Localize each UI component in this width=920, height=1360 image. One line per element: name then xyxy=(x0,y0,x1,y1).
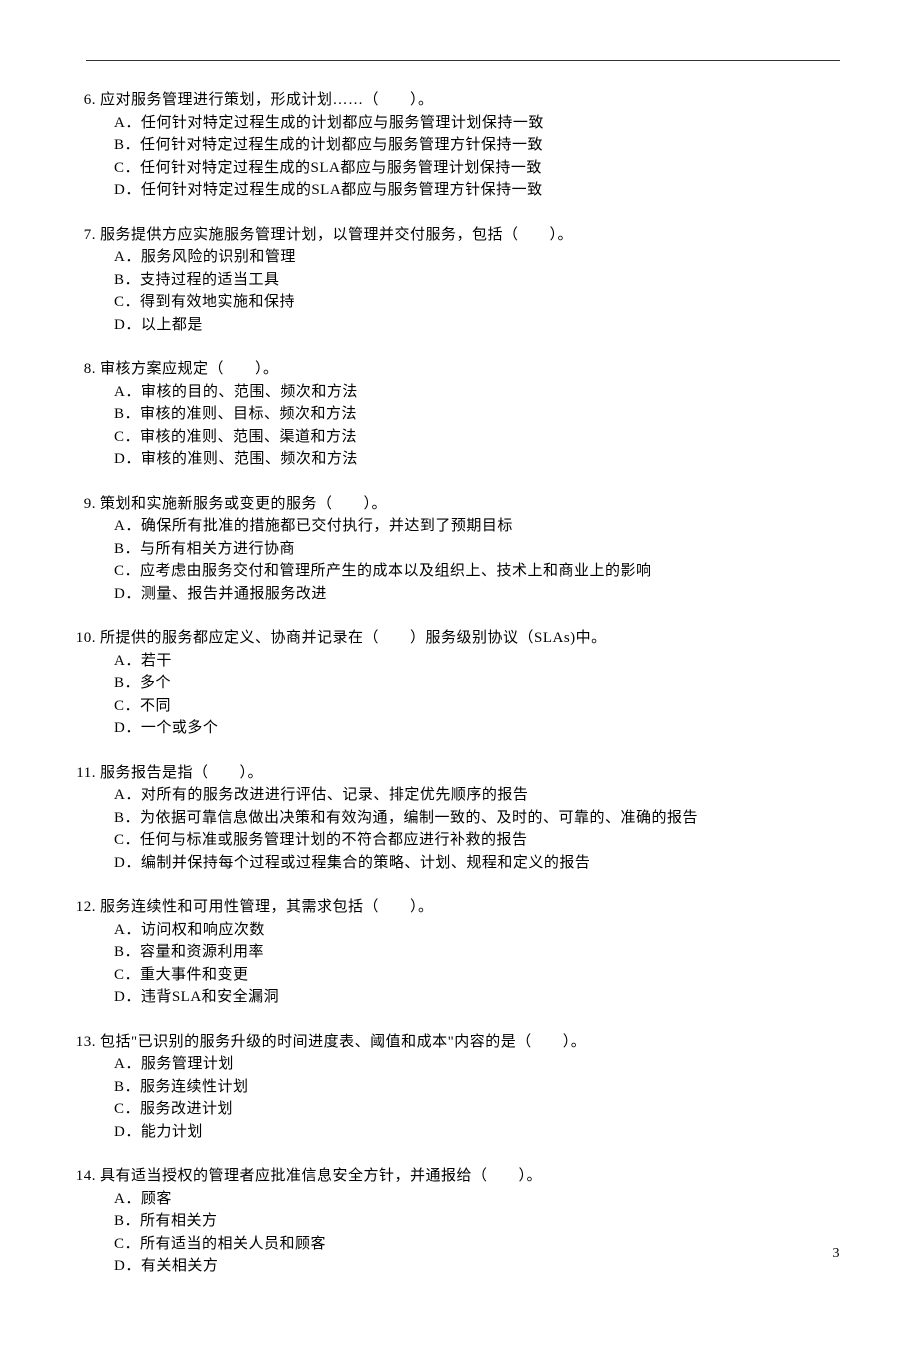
question-block: 10. 所提供的服务都应定义、协商并记录在（ ）服务级别协议（SLAs)中。 A… xyxy=(58,627,840,740)
option: C．服务改进计划 xyxy=(114,1098,840,1121)
option: C．所有适当的相关人员和顾客 xyxy=(114,1233,840,1256)
question-number: 11. xyxy=(58,762,100,785)
question-number: 10. xyxy=(58,627,100,650)
document-page: 6. 应对服务管理进行策划，形成计划……（ ）。 A．任何针对特定过程生成的计划… xyxy=(0,0,920,1360)
option: B．多个 xyxy=(114,672,840,695)
question-number: 7. xyxy=(58,224,100,247)
question-number: 14. xyxy=(58,1165,100,1188)
option: B．服务连续性计划 xyxy=(114,1076,840,1099)
question-block: 7. 服务提供方应实施服务管理计划，以管理并交付服务，包括（ ）。 A．服务风险… xyxy=(58,224,840,337)
option: A．对所有的服务改进进行评估、记录、排定优先顺序的报告 xyxy=(114,784,840,807)
option: A．任何针对特定过程生成的计划都应与服务管理计划保持一致 xyxy=(114,112,840,135)
option: A．访问权和响应次数 xyxy=(114,919,840,942)
question-text: 具有适当授权的管理者应批准信息安全方针，并通报给（ ）。 xyxy=(100,1165,840,1188)
option: A．服务管理计划 xyxy=(114,1053,840,1076)
option: D．有关相关方 xyxy=(114,1255,840,1278)
question-block: 8. 审核方案应规定（ ）。 A．审核的目的、范围、频次和方法 B．审核的准则、… xyxy=(58,358,840,471)
question-text: 包括"已识别的服务升级的时间进度表、阈值和成本"内容的是（ ）。 xyxy=(100,1031,840,1054)
option: D．任何针对特定过程生成的SLA都应与服务管理方针保持一致 xyxy=(114,179,840,202)
option: B．任何针对特定过程生成的计划都应与服务管理方针保持一致 xyxy=(114,134,840,157)
option: C．应考虑由服务交付和管理所产生的成本以及组织上、技术上和商业上的影响 xyxy=(114,560,840,583)
option: D．审核的准则、范围、频次和方法 xyxy=(114,448,840,471)
option: C．任何针对特定过程生成的SLA都应与服务管理计划保持一致 xyxy=(114,157,840,180)
question-block: 14. 具有适当授权的管理者应批准信息安全方针，并通报给（ ）。 A．顾客 B．… xyxy=(58,1165,840,1278)
question-number: 6. xyxy=(58,89,100,112)
question-text: 审核方案应规定（ ）。 xyxy=(100,358,840,381)
question-block: 13. 包括"已识别的服务升级的时间进度表、阈值和成本"内容的是（ ）。 A．服… xyxy=(58,1031,840,1144)
option: C．审核的准则、范围、渠道和方法 xyxy=(114,426,840,449)
option: B．所有相关方 xyxy=(114,1210,840,1233)
question-text: 服务提供方应实施服务管理计划，以管理并交付服务，包括（ ）。 xyxy=(100,224,840,247)
option: A．服务风险的识别和管理 xyxy=(114,246,840,269)
option: C．不同 xyxy=(114,695,840,718)
option: D．编制并保持每个过程或过程集合的策略、计划、规程和定义的报告 xyxy=(114,852,840,875)
option: A．审核的目的、范围、频次和方法 xyxy=(114,381,840,404)
header-separator xyxy=(86,60,840,61)
option: B．审核的准则、目标、频次和方法 xyxy=(114,403,840,426)
option: D．测量、报告并通报服务改进 xyxy=(114,583,840,606)
question-text: 服务连续性和可用性管理，其需求包括（ ）。 xyxy=(100,896,840,919)
question-block: 6. 应对服务管理进行策划，形成计划……（ ）。 A．任何针对特定过程生成的计划… xyxy=(58,89,840,202)
option: A．若干 xyxy=(114,650,840,673)
question-number: 8. xyxy=(58,358,100,381)
option: B．与所有相关方进行协商 xyxy=(114,538,840,561)
option: D．违背SLA和安全漏洞 xyxy=(114,986,840,1009)
option: D．以上都是 xyxy=(114,314,840,337)
option: C．得到有效地实施和保持 xyxy=(114,291,840,314)
question-block: 11. 服务报告是指（ ）。 A．对所有的服务改进进行评估、记录、排定优先顺序的… xyxy=(58,762,840,875)
question-text: 所提供的服务都应定义、协商并记录在（ ）服务级别协议（SLAs)中。 xyxy=(100,627,840,650)
question-text: 服务报告是指（ ）。 xyxy=(100,762,840,785)
question-text: 策划和实施新服务或变更的服务（ ）。 xyxy=(100,493,840,516)
question-block: 12. 服务连续性和可用性管理，其需求包括（ ）。 A．访问权和响应次数 B．容… xyxy=(58,896,840,1009)
page-number: 3 xyxy=(833,1246,841,1262)
option: C．任何与标准或服务管理计划的不符合都应进行补救的报告 xyxy=(114,829,840,852)
question-block: 9. 策划和实施新服务或变更的服务（ ）。 A．确保所有批准的措施都已交付执行，… xyxy=(58,493,840,606)
option: A．顾客 xyxy=(114,1188,840,1211)
option: B．容量和资源利用率 xyxy=(114,941,840,964)
question-number: 12. xyxy=(58,896,100,919)
option: A．确保所有批准的措施都已交付执行，并达到了预期目标 xyxy=(114,515,840,538)
question-text: 应对服务管理进行策划，形成计划……（ ）。 xyxy=(100,89,840,112)
option: B．为依据可靠信息做出决策和有效沟通，编制一致的、及时的、可靠的、准确的报告 xyxy=(114,807,840,830)
option: D．一个或多个 xyxy=(114,717,840,740)
option: D．能力计划 xyxy=(114,1121,840,1144)
option: B．支持过程的适当工具 xyxy=(114,269,840,292)
question-number: 9. xyxy=(58,493,100,516)
question-number: 13. xyxy=(58,1031,100,1054)
option: C．重大事件和变更 xyxy=(114,964,840,987)
